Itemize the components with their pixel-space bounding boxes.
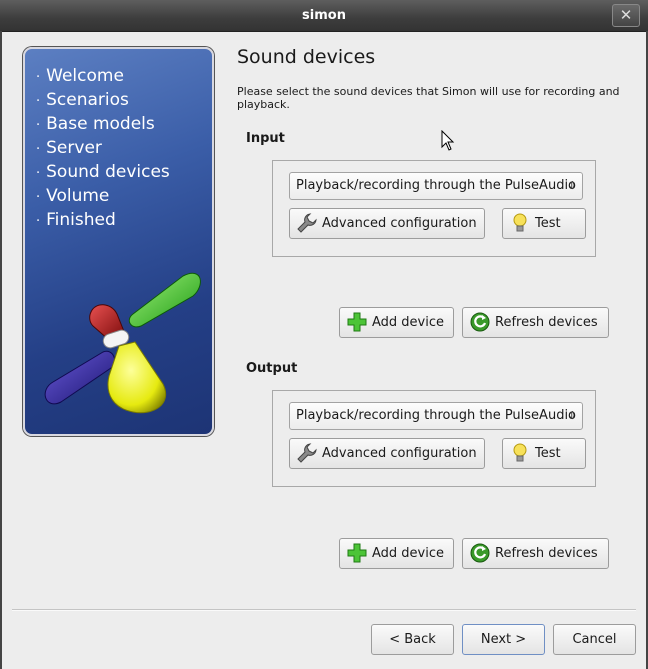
bullet: ·: [36, 142, 41, 157]
output-test-button[interactable]: Test: [502, 438, 586, 469]
bullet: ·: [36, 94, 41, 109]
lightbulb-icon: [509, 442, 531, 464]
simon-logo-icon: [33, 264, 208, 434]
input-refresh-devices-button[interactable]: Refresh devices: [462, 307, 609, 338]
window-titlebar: simon ✕: [0, 0, 648, 32]
refresh-devices-label: Refresh devices: [495, 546, 598, 561]
wizard-step-label: Finished: [46, 210, 116, 230]
output-add-device-button[interactable]: Add device: [339, 538, 454, 569]
next-button[interactable]: Next >: [462, 624, 545, 655]
wizard-step-welcome: · Welcome: [36, 65, 170, 89]
wizard-step-label: Volume: [46, 186, 110, 206]
input-device-group: Playback/recording through the PulseAudi…: [272, 160, 596, 257]
input-advanced-config-button[interactable]: Advanced configuration: [289, 208, 485, 239]
wizard-step-label: Sound devices: [46, 162, 170, 182]
wizard-sidebar: · Welcome · Scenarios · Base models · Server…: [23, 47, 214, 436]
lightbulb-icon: [509, 212, 531, 234]
mouse-cursor-icon: [441, 129, 455, 156]
bullet: ·: [36, 118, 41, 133]
footer-separator: [12, 609, 636, 611]
test-label: Test: [535, 216, 561, 231]
wizard-step-label: Welcome: [46, 66, 124, 86]
wizard-step-volume: · Volume: [36, 185, 170, 209]
output-device-value: Playback/recording through the PulseAudi…: [296, 408, 577, 423]
wizard-step-finished: · Finished: [36, 209, 170, 233]
select-arrows-icon: ⇕: [567, 179, 577, 192]
input-device-select[interactable]: Playback/recording through the PulseAudi…: [289, 172, 583, 200]
advanced-config-label: Advanced configuration: [322, 446, 477, 461]
bullet: ·: [36, 190, 41, 205]
window-frame-left: [0, 31, 2, 669]
wizard-step-sound-devices: · Sound devices: [36, 161, 170, 185]
input-section-label: Input: [246, 131, 285, 146]
input-add-device-button[interactable]: Add device: [339, 307, 454, 338]
plus-icon: [346, 311, 368, 333]
plus-icon: [346, 542, 368, 564]
bullet: ·: [36, 70, 41, 85]
wrench-icon: [296, 442, 318, 464]
wizard-step-server: · Server: [36, 137, 170, 161]
page-title: Sound devices: [237, 46, 376, 68]
wizard-step-base-models: · Base models: [36, 113, 170, 137]
wizard-steps: · Welcome · Scenarios · Base models · Server…: [36, 65, 170, 233]
add-device-label: Add device: [372, 315, 445, 330]
input-test-button[interactable]: Test: [502, 208, 586, 239]
output-advanced-config-button[interactable]: Advanced configuration: [289, 438, 485, 469]
bullet: ·: [36, 214, 41, 229]
page-description: Please select the sound devices that Sim…: [237, 85, 620, 111]
wizard-step-scenarios: · Scenarios: [36, 89, 170, 113]
wizard-step-label: Server: [46, 138, 102, 158]
output-device-select[interactable]: Playback/recording through the PulseAudi…: [289, 402, 583, 430]
refresh-icon: [469, 311, 491, 333]
back-button[interactable]: < Back: [371, 624, 454, 655]
refresh-devices-label: Refresh devices: [495, 315, 598, 330]
refresh-icon: [469, 542, 491, 564]
cancel-button[interactable]: Cancel: [553, 624, 636, 655]
select-arrows-icon: ⇕: [567, 409, 577, 422]
test-label: Test: [535, 446, 561, 461]
wrench-icon: [296, 212, 318, 234]
output-refresh-devices-button[interactable]: Refresh devices: [462, 538, 609, 569]
window-title: simon: [302, 8, 346, 23]
input-device-value: Playback/recording through the PulseAudi…: [296, 178, 577, 193]
bullet: ·: [36, 166, 41, 181]
close-icon[interactable]: ✕: [612, 4, 640, 27]
output-section-label: Output: [246, 361, 298, 376]
wizard-step-label: Base models: [46, 114, 155, 134]
wizard-step-label: Scenarios: [46, 90, 129, 110]
add-device-label: Add device: [372, 546, 445, 561]
advanced-config-label: Advanced configuration: [322, 216, 477, 231]
output-device-group: Playback/recording through the PulseAudi…: [272, 390, 596, 487]
